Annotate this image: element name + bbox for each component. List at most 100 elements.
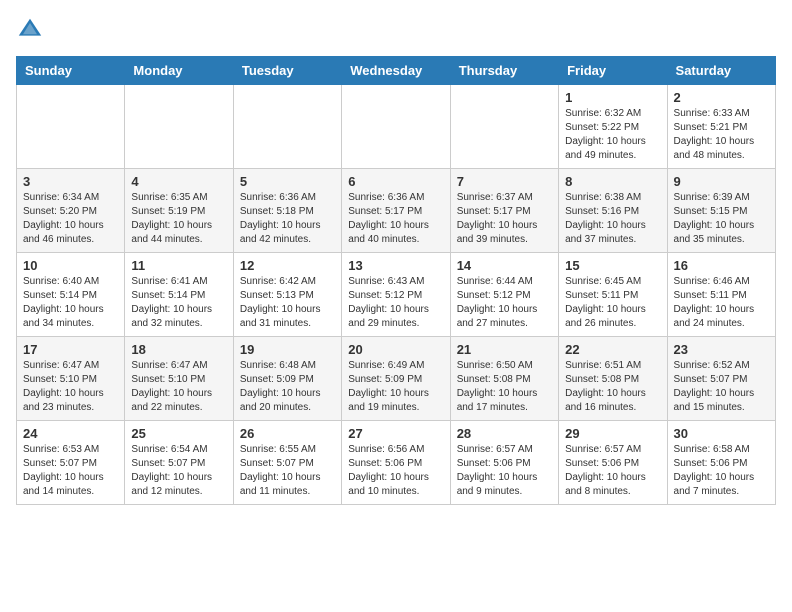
day-info: Sunrise: 6:55 AM Sunset: 5:07 PM Dayligh… (240, 444, 321, 497)
day-info: Sunrise: 6:53 AM Sunset: 5:07 PM Dayligh… (23, 444, 104, 497)
day-number: 4 (131, 174, 226, 189)
calendar-cell (450, 85, 558, 169)
day-info: Sunrise: 6:32 AM Sunset: 5:22 PM Dayligh… (565, 108, 646, 161)
calendar-cell: 4 Sunrise: 6:35 AM Sunset: 5:19 PM Daylig… (125, 169, 233, 253)
calendar-cell: 13 Sunrise: 6:43 AM Sunset: 5:12 PM Dayli… (342, 253, 450, 337)
day-number: 21 (457, 342, 552, 357)
day-info: Sunrise: 6:44 AM Sunset: 5:12 PM Dayligh… (457, 276, 538, 329)
calendar-cell (233, 85, 341, 169)
day-number: 16 (674, 258, 769, 273)
calendar-cell (342, 85, 450, 169)
day-number: 22 (565, 342, 660, 357)
page-header (16, 16, 776, 44)
day-number: 7 (457, 174, 552, 189)
day-number: 25 (131, 426, 226, 441)
day-number: 30 (674, 426, 769, 441)
calendar-cell: 17 Sunrise: 6:47 AM Sunset: 5:10 PM Dayli… (17, 337, 125, 421)
day-number: 12 (240, 258, 335, 273)
column-header-monday: Monday (125, 57, 233, 85)
day-number: 11 (131, 258, 226, 273)
logo-icon (16, 16, 44, 44)
day-number: 2 (674, 90, 769, 105)
day-info: Sunrise: 6:34 AM Sunset: 5:20 PM Dayligh… (23, 192, 104, 245)
calendar-cell: 3 Sunrise: 6:34 AM Sunset: 5:20 PM Daylig… (17, 169, 125, 253)
calendar-cell (17, 85, 125, 169)
day-number: 6 (348, 174, 443, 189)
day-info: Sunrise: 6:36 AM Sunset: 5:18 PM Dayligh… (240, 192, 321, 245)
day-number: 29 (565, 426, 660, 441)
calendar-cell: 19 Sunrise: 6:48 AM Sunset: 5:09 PM Dayli… (233, 337, 341, 421)
calendar-cell: 12 Sunrise: 6:42 AM Sunset: 5:13 PM Dayli… (233, 253, 341, 337)
day-info: Sunrise: 6:33 AM Sunset: 5:21 PM Dayligh… (674, 108, 755, 161)
day-info: Sunrise: 6:45 AM Sunset: 5:11 PM Dayligh… (565, 276, 646, 329)
calendar-cell: 16 Sunrise: 6:46 AM Sunset: 5:11 PM Dayli… (667, 253, 775, 337)
column-header-sunday: Sunday (17, 57, 125, 85)
day-info: Sunrise: 6:47 AM Sunset: 5:10 PM Dayligh… (131, 360, 212, 413)
column-header-friday: Friday (559, 57, 667, 85)
calendar-cell: 20Sunrise: 6:49 AM Sunset: 5:09 PM Dayli… (342, 337, 450, 421)
day-number: 26 (240, 426, 335, 441)
day-info: Sunrise: 6:46 AM Sunset: 5:11 PM Dayligh… (674, 276, 755, 329)
day-info: Sunrise: 6:36 AM Sunset: 5:17 PM Dayligh… (348, 192, 429, 245)
day-number: 13 (348, 258, 443, 273)
day-number: 10 (23, 258, 118, 273)
calendar-cell: 5 Sunrise: 6:36 AM Sunset: 5:18 PM Daylig… (233, 169, 341, 253)
day-info: Sunrise: 6:42 AM Sunset: 5:13 PM Dayligh… (240, 276, 321, 329)
day-info: Sunrise: 6:58 AM Sunset: 5:06 PM Dayligh… (674, 444, 755, 497)
calendar-cell: 27Sunrise: 6:56 AM Sunset: 5:06 PM Dayli… (342, 421, 450, 505)
day-info: Sunrise: 6:57 AM Sunset: 5:06 PM Dayligh… (565, 444, 646, 497)
calendar-week-3: 10 Sunrise: 6:40 AM Sunset: 5:14 PM Dayli… (17, 253, 776, 337)
day-number: 8 (565, 174, 660, 189)
calendar-cell (125, 85, 233, 169)
calendar-cell: 2 Sunrise: 6:33 AM Sunset: 5:21 PM Daylig… (667, 85, 775, 169)
day-info: Sunrise: 6:54 AM Sunset: 5:07 PM Dayligh… (131, 444, 212, 497)
logo (16, 16, 48, 44)
calendar-cell: 28 Sunrise: 6:57 AM Sunset: 5:06 PM Dayli… (450, 421, 558, 505)
day-info: Sunrise: 6:57 AM Sunset: 5:06 PM Dayligh… (457, 444, 538, 497)
day-info: Sunrise: 6:43 AM Sunset: 5:12 PM Dayligh… (348, 276, 429, 329)
day-number: 17 (23, 342, 118, 357)
day-number: 5 (240, 174, 335, 189)
calendar-cell: 21 Sunrise: 6:50 AM Sunset: 5:08 PM Dayli… (450, 337, 558, 421)
column-header-tuesday: Tuesday (233, 57, 341, 85)
calendar-cell: 9Sunrise: 6:39 AM Sunset: 5:15 PM Daylig… (667, 169, 775, 253)
calendar-cell: 25 Sunrise: 6:54 AM Sunset: 5:07 PM Dayli… (125, 421, 233, 505)
column-header-wednesday: Wednesday (342, 57, 450, 85)
day-info: Sunrise: 6:56 AM Sunset: 5:06 PM Dayligh… (348, 444, 429, 497)
calendar-cell: 6 Sunrise: 6:36 AM Sunset: 5:17 PM Daylig… (342, 169, 450, 253)
calendar-week-4: 17 Sunrise: 6:47 AM Sunset: 5:10 PM Dayli… (17, 337, 776, 421)
calendar-cell: 30 Sunrise: 6:58 AM Sunset: 5:06 PM Dayli… (667, 421, 775, 505)
calendar-week-1: 1 Sunrise: 6:32 AM Sunset: 5:22 PM Daylig… (17, 85, 776, 169)
day-number: 1 (565, 90, 660, 105)
column-header-thursday: Thursday (450, 57, 558, 85)
calendar-table: SundayMondayTuesdayWednesdayThursdayFrid… (16, 56, 776, 505)
day-info: Sunrise: 6:48 AM Sunset: 5:09 PM Dayligh… (240, 360, 321, 413)
calendar-header-row: SundayMondayTuesdayWednesdayThursdayFrid… (17, 57, 776, 85)
day-number: 28 (457, 426, 552, 441)
day-number: 3 (23, 174, 118, 189)
day-info: Sunrise: 6:47 AM Sunset: 5:10 PM Dayligh… (23, 360, 104, 413)
day-info: Sunrise: 6:38 AM Sunset: 5:16 PM Dayligh… (565, 192, 646, 245)
calendar-cell: 24 Sunrise: 6:53 AM Sunset: 5:07 PM Dayli… (17, 421, 125, 505)
day-info: Sunrise: 6:40 AM Sunset: 5:14 PM Dayligh… (23, 276, 104, 329)
day-number: 24 (23, 426, 118, 441)
calendar-cell: 23Sunrise: 6:52 AM Sunset: 5:07 PM Dayli… (667, 337, 775, 421)
day-info: Sunrise: 6:35 AM Sunset: 5:19 PM Dayligh… (131, 192, 212, 245)
calendar-cell: 22Sunrise: 6:51 AM Sunset: 5:08 PM Dayli… (559, 337, 667, 421)
day-number: 9 (674, 174, 769, 189)
calendar-week-5: 24 Sunrise: 6:53 AM Sunset: 5:07 PM Dayli… (17, 421, 776, 505)
day-number: 18 (131, 342, 226, 357)
calendar-cell: 15 Sunrise: 6:45 AM Sunset: 5:11 PM Dayli… (559, 253, 667, 337)
calendar-cell: 26 Sunrise: 6:55 AM Sunset: 5:07 PM Dayli… (233, 421, 341, 505)
calendar-week-2: 3 Sunrise: 6:34 AM Sunset: 5:20 PM Daylig… (17, 169, 776, 253)
calendar-cell: 18 Sunrise: 6:47 AM Sunset: 5:10 PM Dayli… (125, 337, 233, 421)
calendar-cell: 29 Sunrise: 6:57 AM Sunset: 5:06 PM Dayli… (559, 421, 667, 505)
day-info: Sunrise: 6:52 AM Sunset: 5:07 PM Dayligh… (674, 360, 755, 413)
day-number: 19 (240, 342, 335, 357)
day-info: Sunrise: 6:37 AM Sunset: 5:17 PM Dayligh… (457, 192, 538, 245)
day-info: Sunrise: 6:41 AM Sunset: 5:14 PM Dayligh… (131, 276, 212, 329)
day-number: 14 (457, 258, 552, 273)
calendar-cell: 7 Sunrise: 6:37 AM Sunset: 5:17 PM Daylig… (450, 169, 558, 253)
day-info: Sunrise: 6:50 AM Sunset: 5:08 PM Dayligh… (457, 360, 538, 413)
day-number: 15 (565, 258, 660, 273)
